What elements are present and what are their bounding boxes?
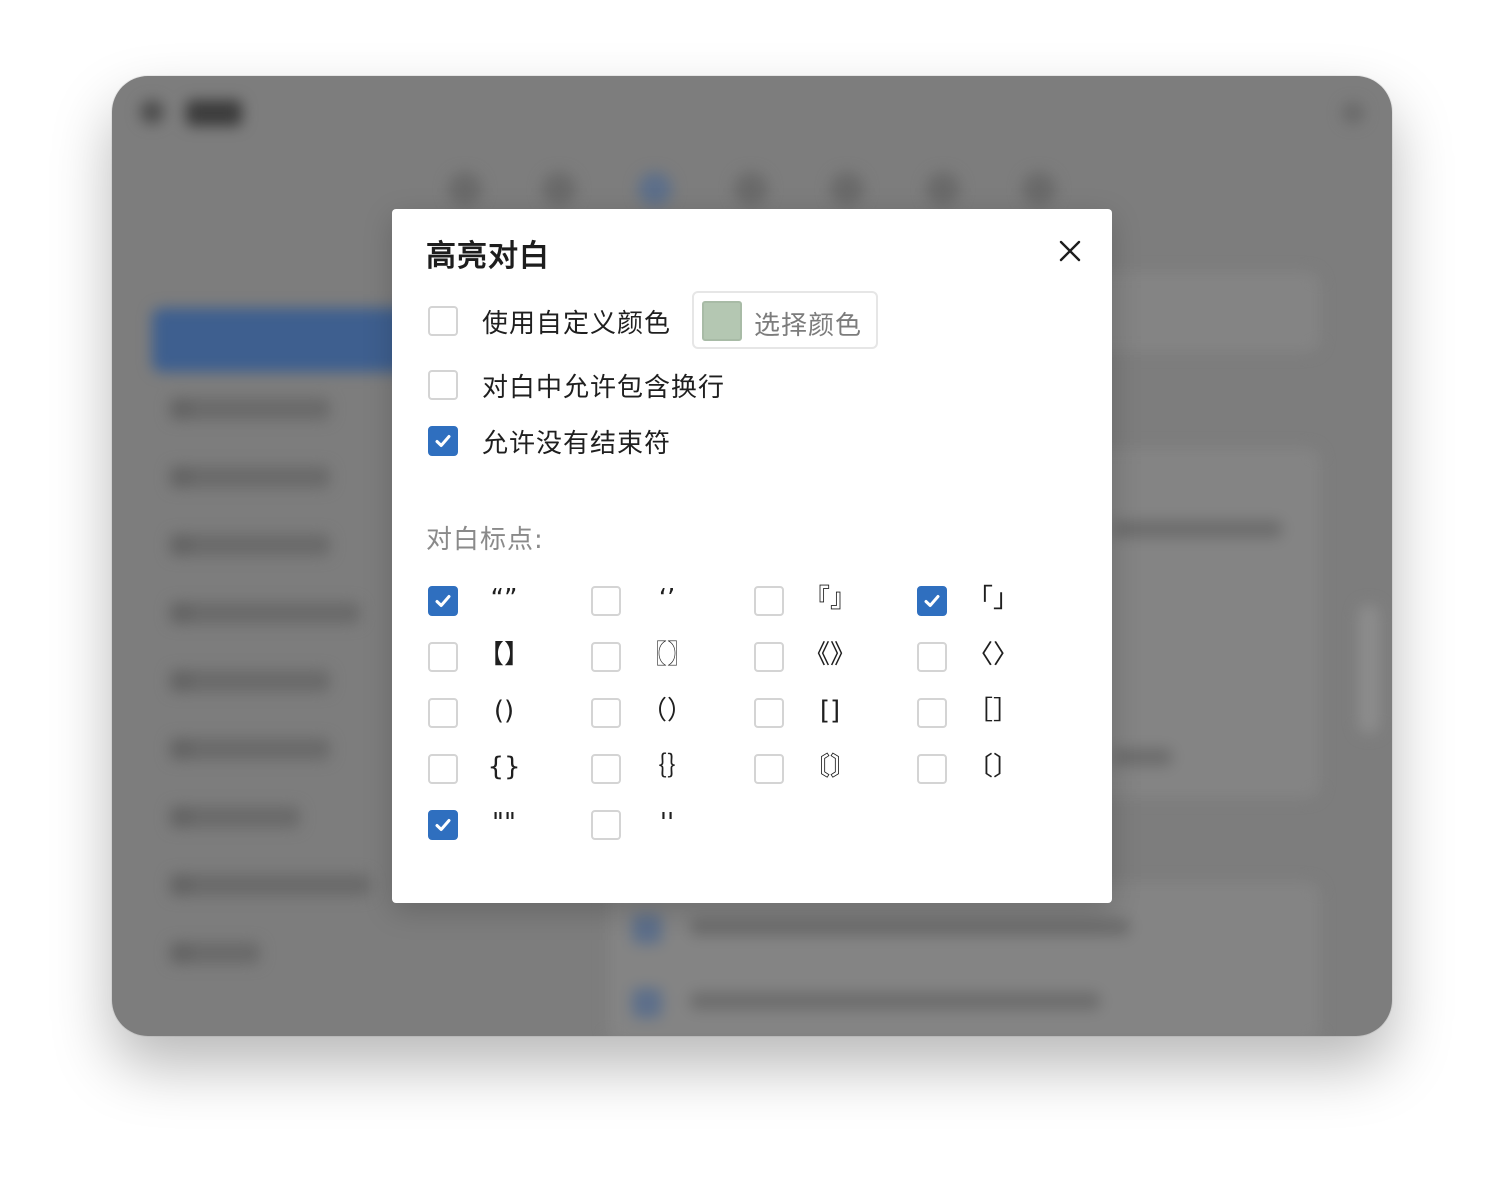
panel	[608, 882, 1320, 1036]
sidebar-item	[170, 874, 370, 896]
allow-linebreak-label: 对白中允许包含换行	[482, 373, 726, 403]
checkmark-icon	[924, 595, 940, 607]
tab-icon	[830, 172, 864, 206]
punct-symbol: []	[819, 696, 841, 726]
punct-symbol: 《》	[803, 640, 856, 670]
punct-symbol: ''	[659, 808, 675, 838]
window-close-icon	[1342, 102, 1364, 124]
punct-symbol: {}	[487, 752, 521, 782]
tab-icon	[1022, 172, 1056, 206]
punct-symbol: （）	[640, 696, 693, 726]
punct-checkbox[interactable]	[917, 586, 947, 616]
punct-symbol: 〈〉	[966, 640, 1019, 670]
punct-symbol: ｛｝	[640, 752, 693, 782]
panel-text	[690, 992, 1100, 1010]
punct-symbol: 〔〕	[966, 752, 1019, 782]
close-icon	[1059, 240, 1081, 262]
punct-checkbox[interactable]	[754, 642, 784, 672]
punct-checkbox[interactable]	[754, 698, 784, 728]
punct-checkbox[interactable]	[591, 698, 621, 728]
app-icon	[140, 100, 164, 124]
allow-no-terminator-label: 允许没有结束符	[482, 429, 672, 459]
punct-symbol: 〖〗	[640, 640, 693, 670]
punct-checkbox[interactable]	[428, 754, 458, 784]
panel-text	[690, 918, 1130, 936]
punct-checkbox[interactable]	[917, 642, 947, 672]
sidebar-item	[170, 670, 330, 692]
tab-icon	[926, 172, 960, 206]
punct-checkbox[interactable]	[428, 698, 458, 728]
punct-checkbox[interactable]	[591, 810, 621, 840]
sidebar-item	[170, 602, 360, 624]
punct-symbol: ""	[492, 808, 516, 838]
punct-symbol: ［］	[966, 696, 1019, 726]
punct-checkbox[interactable]	[591, 642, 621, 672]
custom-color-label: 使用自定义颜色	[482, 309, 672, 339]
punct-symbol: “”	[490, 584, 518, 614]
checkmark-icon	[435, 435, 451, 447]
panel-icon	[632, 988, 662, 1018]
allow-no-terminator-checkbox[interactable]	[428, 426, 458, 456]
sidebar-item	[170, 738, 330, 760]
sidebar-item	[170, 398, 330, 420]
sidebar-item	[170, 466, 330, 488]
checkmark-icon	[435, 819, 451, 831]
panel-text	[1112, 748, 1172, 766]
punct-checkbox[interactable]	[917, 754, 947, 784]
punct-checkbox[interactable]	[428, 586, 458, 616]
punct-symbol: ‘’	[658, 584, 676, 614]
window-title	[186, 100, 242, 126]
punct-checkbox[interactable]	[428, 810, 458, 840]
close-button[interactable]	[1054, 235, 1086, 267]
sidebar-item	[170, 942, 260, 964]
custom-color-checkbox[interactable]	[428, 306, 458, 336]
panel-icon	[632, 914, 662, 944]
punct-symbol: ()	[493, 696, 515, 726]
punct-checkbox[interactable]	[754, 754, 784, 784]
tab-icon	[448, 172, 482, 206]
allow-linebreak-checkbox[interactable]	[428, 370, 458, 400]
scrollbar	[1358, 604, 1380, 734]
punct-symbol: 【】	[477, 640, 530, 670]
punct-checkbox[interactable]	[591, 754, 621, 784]
sidebar-item	[170, 806, 300, 828]
punct-symbol: 『』	[803, 584, 856, 614]
punct-checkbox[interactable]	[591, 586, 621, 616]
tab-icon	[638, 172, 672, 206]
color-swatch	[702, 301, 742, 341]
select-color-button[interactable]: 选择颜色	[692, 291, 878, 349]
dialog-title: 高亮对白	[426, 239, 550, 274]
punct-checkbox[interactable]	[754, 586, 784, 616]
punct-symbol: 「」	[966, 584, 1019, 614]
select-color-label: 选择颜色	[754, 311, 863, 341]
tab-icon	[734, 172, 768, 206]
sidebar-item	[170, 534, 330, 556]
checkmark-icon	[435, 595, 451, 607]
panel-text	[1112, 520, 1282, 538]
sidebar-item-active	[152, 308, 422, 372]
punct-checkbox[interactable]	[917, 698, 947, 728]
punct-checkbox[interactable]	[428, 642, 458, 672]
punctuation-section-label: 对白标点:	[426, 525, 544, 555]
punct-symbol: 〘〙	[803, 752, 856, 782]
highlight-dialog-modal: 高亮对白 使用自定义颜色 选择颜色 对白中允许包含换行 允许没有结束符 对白标点…	[392, 209, 1112, 903]
tab-icon	[542, 172, 576, 206]
